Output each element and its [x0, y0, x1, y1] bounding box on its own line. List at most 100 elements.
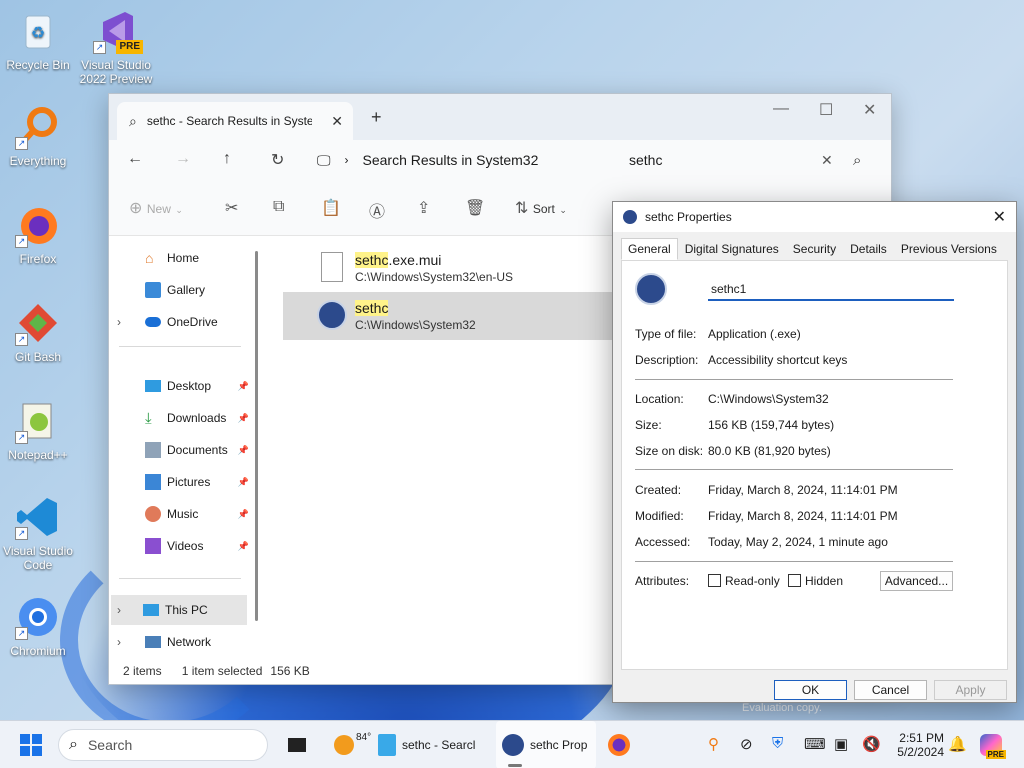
evaluation-watermark: Evaluation copy.: [742, 702, 822, 714]
taskbar-app-properties[interactable]: sethc Prop: [496, 721, 596, 768]
ok-button[interactable]: OK: [774, 680, 847, 700]
start-button[interactable]: [18, 721, 44, 768]
list-item-selected[interactable]: sethc C:\Windows\System32: [283, 292, 613, 340]
rename-button[interactable]: Ⓐ: [369, 198, 385, 222]
copilot-button[interactable]: PRE: [980, 721, 1006, 768]
divider: [635, 469, 953, 470]
tab-digital-signatures[interactable]: Digital Signatures: [678, 238, 786, 260]
cut-button[interactable]: ✂: [225, 198, 238, 218]
refresh-button[interactable]: ↻: [271, 150, 284, 170]
accessibility-app-icon: [623, 210, 637, 224]
close-window-button[interactable]: ✕: [863, 100, 876, 120]
pin-icon: 📌: [237, 508, 249, 519]
tab-general[interactable]: General: [621, 238, 678, 260]
desktop-icon-firefox[interactable]: ↗ Firefox: [0, 202, 76, 266]
nav-scrollbar[interactable]: [255, 251, 258, 621]
chevron-right-icon[interactable]: ›: [117, 635, 121, 649]
nav-item-home[interactable]: ⌂ Home: [121, 243, 247, 273]
forward-button[interactable]: →: [175, 150, 191, 168]
nav-item-desktop[interactable]: Desktop 📌: [121, 371, 249, 401]
taskbar-app-label: sethc - Searcl: [402, 738, 476, 752]
hidden-label: Hidden: [805, 574, 844, 588]
file-name-field[interactable]: sethc1: [708, 279, 954, 301]
windows-logo-icon: [20, 734, 42, 756]
taskbar-search[interactable]: ⌕ Search: [58, 729, 268, 761]
readonly-checkbox[interactable]: Read-only: [708, 574, 780, 588]
share-button[interactable]: ⇪: [417, 198, 430, 218]
search-icon[interactable]: ⌕: [853, 152, 861, 169]
pin-icon: 📌: [237, 412, 249, 423]
apply-button[interactable]: Apply: [934, 680, 1007, 700]
paste-button[interactable]: 📋: [321, 198, 341, 218]
notification-bell-icon[interactable]: 🔔: [948, 735, 967, 753]
nav-item-videos[interactable]: Videos 📌: [121, 531, 249, 561]
address-bar[interactable]: 🖵 › Search Results in System32: [317, 144, 609, 176]
desktop-icon-recycle-bin[interactable]: ♻ Recycle Bin: [0, 8, 76, 72]
desktop-icon-git-bash[interactable]: ↗ Git Bash: [0, 300, 76, 364]
chevron-right-icon[interactable]: ›: [117, 315, 121, 329]
maximize-button[interactable]: ☐: [819, 100, 833, 120]
back-button[interactable]: ←: [127, 150, 143, 168]
taskbar-app-firefox[interactable]: [608, 721, 630, 768]
nav-item-documents[interactable]: Documents 📌: [121, 435, 249, 465]
keyboard-icon[interactable]: ⌨: [804, 735, 826, 753]
active-indicator: [508, 764, 522, 767]
nav-item-gallery[interactable]: Gallery: [121, 275, 247, 305]
music-icon: [145, 506, 161, 522]
nav-item-network[interactable]: › Network: [117, 627, 247, 657]
weather-widget[interactable]: 84°: [334, 721, 371, 768]
new-tab-button[interactable]: +: [371, 107, 382, 128]
dialog-tabs: General Digital Signatures Security Deta…: [621, 238, 1004, 260]
desktop-icon-label: Chromium: [10, 644, 66, 658]
tab-previous-versions[interactable]: Previous Versions: [894, 238, 1004, 260]
tab-security[interactable]: Security: [786, 238, 843, 260]
security-shield-icon[interactable]: ⛨: [772, 735, 783, 752]
nav-item-onedrive[interactable]: › OneDrive: [117, 307, 247, 337]
delete-button[interactable]: 🗑: [465, 198, 485, 218]
close-dialog-button[interactable]: ✕: [993, 207, 1006, 227]
network-icon[interactable]: ▣: [834, 735, 848, 753]
clear-search-icon[interactable]: ✕: [821, 152, 833, 169]
weather-temp: 84°: [356, 731, 372, 743]
desktop-icon-chromium[interactable]: ↗ Chromium: [0, 594, 76, 658]
desktop-icon-everything[interactable]: ↗ Everything: [0, 104, 76, 168]
desktop-icon-notepad-plus-plus[interactable]: ↗ Notepad++: [0, 398, 76, 462]
minimize-button[interactable]: —: [773, 100, 789, 118]
desktop-icon-label: Notepad++: [8, 448, 68, 462]
cancel-button[interactable]: Cancel: [854, 680, 927, 700]
up-button[interactable]: ↑: [223, 150, 231, 168]
modified-label: Modified:: [635, 509, 684, 523]
shortcut-arrow-icon: ↗: [93, 41, 106, 54]
nav-item-music[interactable]: Music 📌: [121, 499, 249, 529]
search-placeholder: Search: [87, 737, 133, 753]
checkbox-icon: [788, 574, 801, 587]
new-button[interactable]: ⊕ New ⌄: [129, 198, 183, 218]
close-tab-icon[interactable]: ✕: [331, 113, 343, 130]
description-label: Description:: [635, 353, 699, 367]
search-input[interactable]: sethc: [629, 152, 662, 168]
taskbar-app-explorer[interactable]: sethc - Searcl: [378, 721, 488, 768]
advanced-button[interactable]: Advanced...: [880, 571, 953, 591]
nav-item-downloads[interactable]: ⤓ Downloads 📌: [121, 403, 249, 433]
desktop-icon-visual-studio-preview[interactable]: PRE ↗ Visual Studio 2022 Preview: [78, 8, 154, 86]
address-text: Search Results in System32: [362, 152, 539, 168]
nav-item-pictures[interactable]: Pictures 📌: [121, 467, 249, 497]
list-item[interactable]: sethc.exe.mui C:\Windows\System32\en-US: [283, 244, 613, 292]
hidden-checkbox[interactable]: Hidden: [788, 574, 843, 588]
nav-item-this-pc[interactable]: › This PC: [111, 595, 247, 625]
explorer-tab[interactable]: ⌕ sethc - Search Results in System32 ✕: [117, 102, 353, 140]
search-box[interactable]: sethc ✕ ⌕: [617, 144, 881, 176]
eye-hidden-icon[interactable]: ⊘: [740, 735, 753, 753]
shortcut-arrow-icon: ↗: [15, 527, 28, 540]
tab-details[interactable]: Details: [843, 238, 894, 260]
shortcut-arrow-icon: ↗: [15, 627, 28, 640]
copy-button[interactable]: ⧉: [273, 198, 284, 216]
sort-button[interactable]: ⇅ Sort ⌄: [515, 198, 567, 218]
desktop-icon-vscode[interactable]: ↗ Visual Studio Code: [0, 494, 76, 572]
everything-tray-icon[interactable]: ⚲: [708, 735, 719, 753]
clock[interactable]: 2:51 PM 5/2/2024: [890, 721, 944, 768]
task-view-button[interactable]: [288, 721, 306, 768]
chevron-right-icon[interactable]: ›: [117, 603, 121, 617]
volume-muted-icon[interactable]: 🔇: [862, 735, 881, 753]
created-label: Created:: [635, 483, 682, 497]
